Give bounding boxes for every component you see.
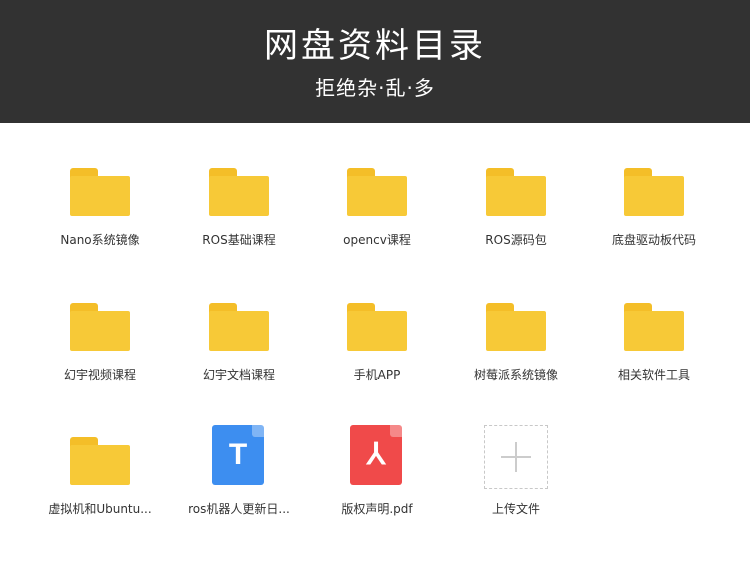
item-label: 上传文件 [491, 502, 540, 516]
plus-icon [484, 425, 548, 489]
folder-icon [622, 291, 686, 355]
item-label: ROS源码包 [485, 233, 547, 247]
folder-ros-source[interactable]: ROS源码包 [451, 156, 581, 276]
page-title: 网盘资料目录 [264, 26, 486, 66]
folder-icon [207, 156, 271, 220]
folder-software-tools[interactable]: 相关软件工具 [589, 291, 719, 411]
file-copyright-pdf[interactable]: ⅄ 版权声明.pdf [312, 425, 442, 545]
folder-mobile-app[interactable]: 手机APP [312, 291, 442, 411]
folder-vm-ubuntu[interactable]: 虚拟机和Ubuntu... [35, 425, 165, 545]
folder-chassis-driver-code[interactable]: 底盘驱动板代码 [589, 156, 719, 276]
folder-icon [68, 291, 132, 355]
item-label: 幻宇视频课程 [63, 368, 136, 382]
item-label: Nano系统镜像 [60, 233, 140, 247]
item-label: 树莓派系统镜像 [473, 368, 558, 382]
upload-file-button[interactable]: 上传文件 [451, 425, 581, 545]
folder-video-course[interactable]: 幻宇视频课程 [35, 291, 165, 411]
folder-ros-basic-course[interactable]: ROS基础课程 [174, 156, 304, 276]
folder-nano-image[interactable]: Nano系统镜像 [35, 156, 165, 276]
item-label: ROS基础课程 [202, 233, 276, 247]
folder-raspberry-pi-image[interactable]: 树莓派系统镜像 [451, 291, 581, 411]
folder-icon [622, 156, 686, 220]
pdf-file-icon: ⅄ [345, 425, 409, 489]
item-label: 相关软件工具 [617, 368, 690, 382]
folder-opencv-course[interactable]: opencv课程 [312, 156, 442, 276]
folder-icon [68, 156, 132, 220]
folder-icon [207, 291, 271, 355]
item-label: 版权声明.pdf [341, 502, 413, 516]
item-label: 手机APP [353, 368, 401, 382]
item-label: 底盘驱动板代码 [611, 233, 696, 247]
item-label: 幻宇文档课程 [202, 368, 275, 382]
file-grid: Nano系统镜像 ROS基础课程 opencv课程 ROS源码包 底盘驱动板代码… [0, 123, 750, 582]
item-label: ros机器人更新日... [188, 502, 290, 516]
page-subtitle: 拒绝杂·乱·多 [315, 76, 435, 100]
folder-icon [345, 291, 409, 355]
folder-icon [484, 156, 548, 220]
item-label: opencv课程 [343, 233, 411, 247]
page-header: 网盘资料目录 拒绝杂·乱·多 [0, 0, 750, 123]
doc-letter: T [228, 438, 248, 471]
folder-icon [484, 291, 548, 355]
pdf-symbol: ⅄ [366, 438, 386, 471]
folder-document-course[interactable]: 幻宇文档课程 [174, 291, 304, 411]
file-ros-update-log[interactable]: T ros机器人更新日... [174, 425, 304, 545]
folder-icon [345, 156, 409, 220]
doc-file-icon: T [207, 425, 271, 489]
item-label: 虚拟机和Ubuntu... [48, 502, 152, 516]
folder-icon [68, 425, 132, 489]
